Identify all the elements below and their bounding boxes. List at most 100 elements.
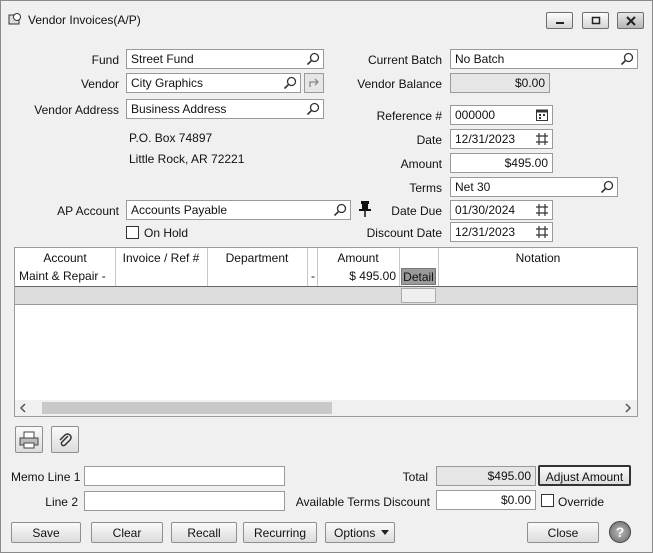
col-header-invoice[interactable]: Invoice / Ref #	[115, 248, 207, 267]
print-button[interactable]	[15, 426, 43, 453]
attach-button[interactable]	[51, 426, 79, 453]
vendor-invoices-window: Vendor Invoices(A/P) Fund Street Fund Ve…	[0, 0, 653, 553]
date-field[interactable]: 12/31/2023	[450, 129, 553, 149]
date-picker-icon[interactable]	[535, 132, 549, 146]
maximize-button[interactable]	[582, 12, 609, 29]
help-icon: ?	[615, 524, 625, 540]
search-icon[interactable]	[283, 76, 297, 90]
ap-account-field[interactable]: Accounts Payable	[126, 200, 351, 220]
new-row[interactable]	[15, 286, 637, 305]
available-terms-discount-label: Available Terms Discount	[295, 495, 430, 509]
recurring-button[interactable]: Recurring	[243, 522, 317, 543]
memo-line-1-label: Memo Line 1	[11, 470, 81, 484]
vendor-address-value: Business Address	[131, 102, 227, 116]
memo-line-2-label: Line 2	[45, 495, 78, 509]
ap-account-value: Accounts Payable	[131, 203, 228, 217]
fund-value: Street Fund	[131, 52, 194, 66]
discount-date-value: 12/31/2023	[455, 225, 516, 239]
paperclip-icon	[59, 432, 72, 446]
terms-label: Terms	[409, 181, 442, 195]
printer-icon	[19, 431, 39, 448]
search-icon[interactable]	[306, 52, 320, 66]
table-row[interactable]: Maint & Repair - - $ 495.00 Detail	[15, 267, 637, 286]
override-checkbox[interactable]	[541, 494, 554, 507]
on-hold-label: On Hold	[144, 226, 189, 240]
vendor-address-field[interactable]: Business Address	[126, 99, 324, 119]
ap-account-label: AP Account	[57, 204, 119, 218]
total-field: $495.00	[436, 466, 536, 486]
amount-value: $495.00	[504, 156, 548, 170]
date-label: Date	[416, 133, 442, 147]
reference-value: 000000	[455, 108, 496, 122]
calendar-icon[interactable]	[535, 108, 549, 122]
available-terms-discount-value: $0.00	[500, 493, 531, 507]
col-header-department[interactable]: Department	[207, 248, 307, 267]
fund-field[interactable]: Street Fund	[126, 49, 324, 69]
save-button[interactable]: Save	[11, 522, 81, 543]
date-due-value: 01/30/2024	[455, 203, 516, 217]
invoice-lines-grid[interactable]: Account Invoice / Ref # Department Amoun…	[14, 247, 638, 417]
search-icon[interactable]	[620, 52, 634, 66]
dropdown-arrow-icon	[381, 530, 389, 535]
detail-button[interactable]: Detail	[401, 268, 436, 285]
row-account: Maint & Repair -	[19, 269, 106, 283]
vendor-field[interactable]: City Graphics	[126, 73, 301, 93]
vendor-label: Vendor	[80, 77, 119, 91]
override-label: Override	[558, 495, 605, 509]
date-picker-icon[interactable]	[535, 225, 549, 239]
horizontal-scrollbar[interactable]	[15, 400, 637, 416]
window-title: Vendor Invoices(A/P)	[28, 13, 141, 27]
current-batch-label: Current Batch	[367, 53, 442, 67]
row-amount: $ 495.00	[349, 269, 396, 283]
reference-label: Reference #	[376, 109, 442, 123]
close-button[interactable]: Close	[527, 522, 599, 543]
scroll-left-icon[interactable]	[18, 403, 28, 413]
total-value: $495.00	[487, 469, 531, 483]
available-terms-discount-field[interactable]: $0.00	[436, 490, 536, 510]
date-due-label: Date Due	[391, 204, 442, 218]
reference-field[interactable]: 000000	[450, 105, 553, 125]
vendor-value: City Graphics	[131, 76, 204, 90]
search-icon[interactable]	[600, 180, 614, 194]
col-header-notation[interactable]: Notation	[438, 248, 638, 267]
recall-button[interactable]: Recall	[171, 522, 237, 543]
amount-field[interactable]: $495.00	[450, 153, 553, 173]
total-label: Total	[402, 470, 428, 484]
options-label: Options	[334, 526, 376, 540]
clear-button[interactable]: Clear	[91, 522, 163, 543]
vendor-address-label: Vendor Address	[34, 103, 119, 117]
options-button[interactable]: Options	[325, 522, 395, 543]
close-window-button[interactable]	[617, 12, 644, 29]
vendor-balance-field: $0.00	[450, 73, 550, 93]
amount-label: Amount	[400, 157, 442, 171]
minimize-icon	[555, 21, 564, 24]
vendor-balance-value: $0.00	[514, 76, 545, 90]
memo-line-1-input[interactable]	[84, 466, 285, 486]
row-dash: -	[311, 269, 315, 283]
scroll-right-icon[interactable]	[623, 403, 633, 413]
title-bar: Vendor Invoices(A/P)	[1, 1, 652, 35]
terms-value: Net 30	[455, 180, 491, 194]
scroll-thumb[interactable]	[42, 402, 332, 414]
close-icon	[625, 15, 636, 26]
current-batch-field[interactable]: No Batch	[450, 49, 638, 69]
discount-date-field[interactable]: 12/31/2023	[450, 222, 553, 242]
help-button[interactable]: ?	[609, 521, 631, 543]
search-icon[interactable]	[306, 102, 320, 116]
col-header-account[interactable]: Account	[15, 248, 115, 267]
date-picker-icon[interactable]	[535, 203, 549, 217]
minimize-button[interactable]	[546, 12, 573, 29]
adjust-amount-button[interactable]: Adjust Amount	[538, 465, 631, 486]
search-icon[interactable]	[333, 203, 347, 217]
discount-date-label: Discount Date	[366, 226, 442, 240]
maximize-icon	[591, 16, 600, 24]
detail-placeholder	[401, 288, 436, 303]
date-value: 12/31/2023	[455, 132, 516, 146]
app-icon	[8, 13, 21, 25]
vendor-link-button[interactable]	[304, 73, 324, 93]
memo-line-2-input[interactable]	[84, 491, 285, 511]
col-header-amount[interactable]: Amount	[317, 248, 399, 267]
terms-field[interactable]: Net 30	[450, 177, 618, 197]
on-hold-checkbox[interactable]	[126, 226, 139, 239]
date-due-field[interactable]: 01/30/2024	[450, 200, 553, 220]
